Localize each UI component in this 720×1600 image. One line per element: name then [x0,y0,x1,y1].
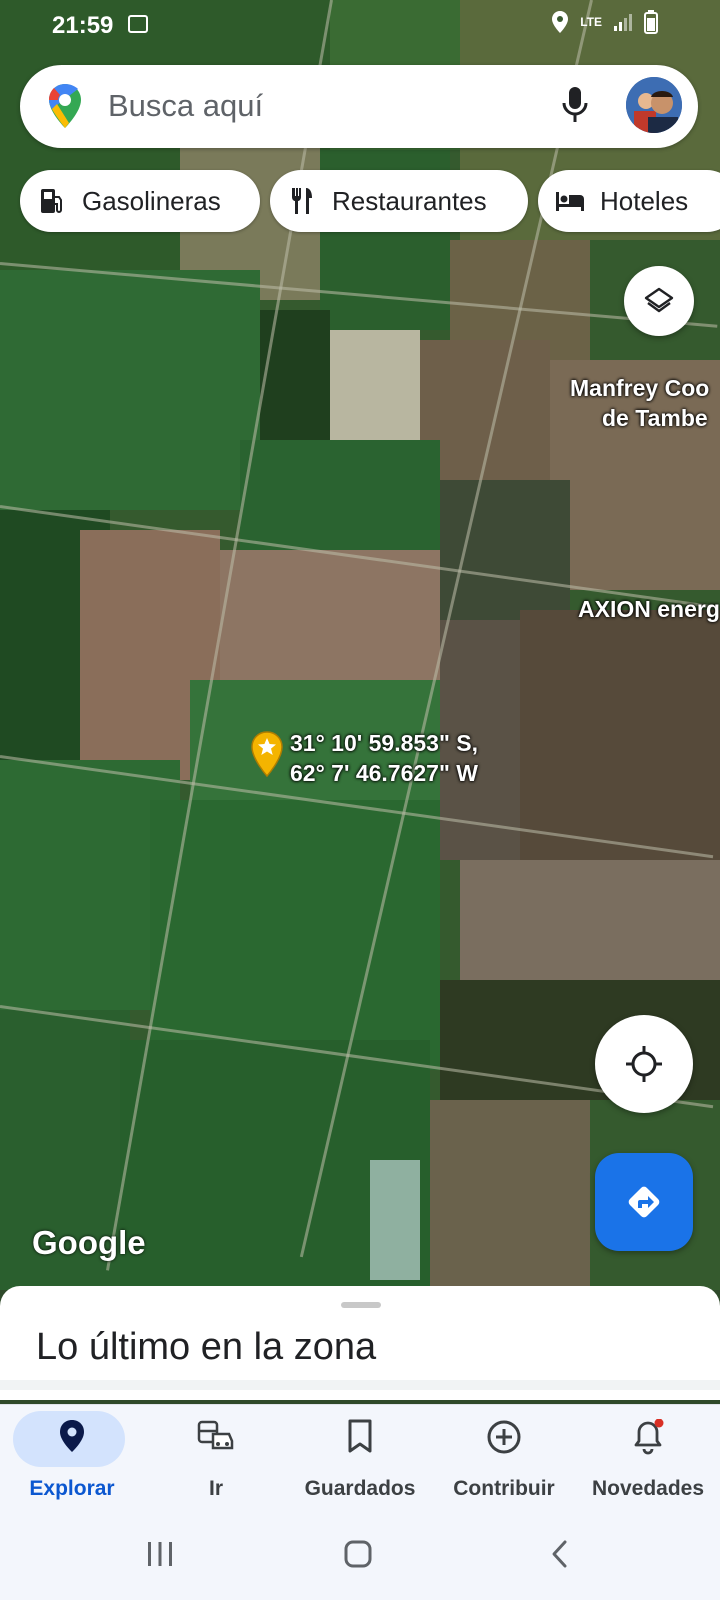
nav-item-ir[interactable]: Ir [144,1405,288,1515]
commute-icon [144,1419,288,1451]
status-bar: 21:59 LTE [0,0,720,52]
signal-icon [614,14,632,31]
system-navigation-bar [0,1514,720,1600]
map-field [440,480,570,620]
back-chevron-icon [552,1540,567,1568]
bottom-navigation: Explorar Ir Guardados Contribuir Novedad… [0,1404,720,1515]
nav-item-guardados[interactable]: Guardados [288,1405,432,1515]
search-input[interactable]: Busca aquí [108,88,263,124]
layers-icon [644,287,674,313]
chip-hoteles[interactable]: Hoteles [538,170,720,232]
map-field [330,330,420,450]
gas-station-icon [36,185,68,217]
profile-avatar[interactable] [626,77,682,133]
hotel-icon [554,185,586,217]
nav-label: Explorar [29,1477,115,1500]
map-field [430,1100,590,1290]
layers-button[interactable] [624,266,694,336]
chip-label: Hoteles [600,185,689,216]
dropped-pin-marker[interactable] [250,730,284,783]
star-pin-icon [251,731,283,778]
nav-label: Novedades [591,1477,705,1500]
map-field [370,1160,420,1280]
nav-label: Contribuir [453,1477,555,1500]
google-maps-logo-icon [48,83,82,134]
nav-label: Guardados [304,1477,416,1500]
directions-button[interactable] [595,1153,693,1251]
recent-apps-icon [148,1542,172,1566]
search-bar[interactable]: Busca aquí [20,65,698,148]
sheet-drag-handle[interactable] [341,1302,381,1308]
map-place-label[interactable]: Manfrey Coo [570,375,709,402]
map-field [460,860,720,1000]
divider [0,1380,720,1390]
home-button[interactable] [338,1534,378,1574]
nav-item-explorar[interactable]: Explorar [0,1405,144,1515]
nav-item-contribuir[interactable]: Contribuir [432,1405,576,1515]
map-field [260,310,330,440]
sheet-title: Lo último en la zona [36,1326,377,1368]
explore-pin-icon [0,1419,144,1453]
status-icons: LTE [550,10,658,34]
home-icon [344,1540,372,1568]
google-attribution: Google [32,1224,146,1261]
restaurant-icon [286,185,318,217]
gallery-notification-icon [128,15,148,33]
battery-icon [644,10,658,34]
add-circle-icon [432,1419,576,1455]
crosshair-icon [626,1046,662,1082]
nav-label: Ir [208,1477,223,1500]
chip-label: Gasolineras [82,185,221,216]
pin-coordinates[interactable]: 31° 10' 59.853" S, 62° 7' 46.7627" W [290,728,478,788]
bookmark-icon [288,1419,432,1453]
microphone-icon[interactable] [560,85,590,130]
map-place-label[interactable]: AXION energ [578,596,720,623]
pin-coordinates-lng: 62° 7' 46.7627" W [290,760,478,786]
chip-label: Restaurantes [332,185,487,216]
location-icon [552,11,569,33]
back-button[interactable] [540,1534,580,1574]
map-field [0,270,260,510]
pin-coordinates-lat: 31° 10' 59.853" S, [290,730,478,756]
map-place-label[interactable]: de Tambe [602,405,708,432]
map-field [520,610,720,870]
nav-item-novedades[interactable]: Novedades [576,1405,720,1515]
directions-icon [628,1186,660,1218]
bell-icon [576,1419,720,1455]
recent-apps-button[interactable] [140,1534,180,1574]
chip-gasolineras[interactable]: Gasolineras [20,170,260,232]
my-location-button[interactable] [595,1015,693,1113]
status-time: 21:59 [52,12,114,39]
explore-bottom-sheet[interactable]: Lo último en la zona [0,1286,720,1400]
network-type: LTE [580,15,602,29]
chip-restaurantes[interactable]: Restaurantes [270,170,528,232]
